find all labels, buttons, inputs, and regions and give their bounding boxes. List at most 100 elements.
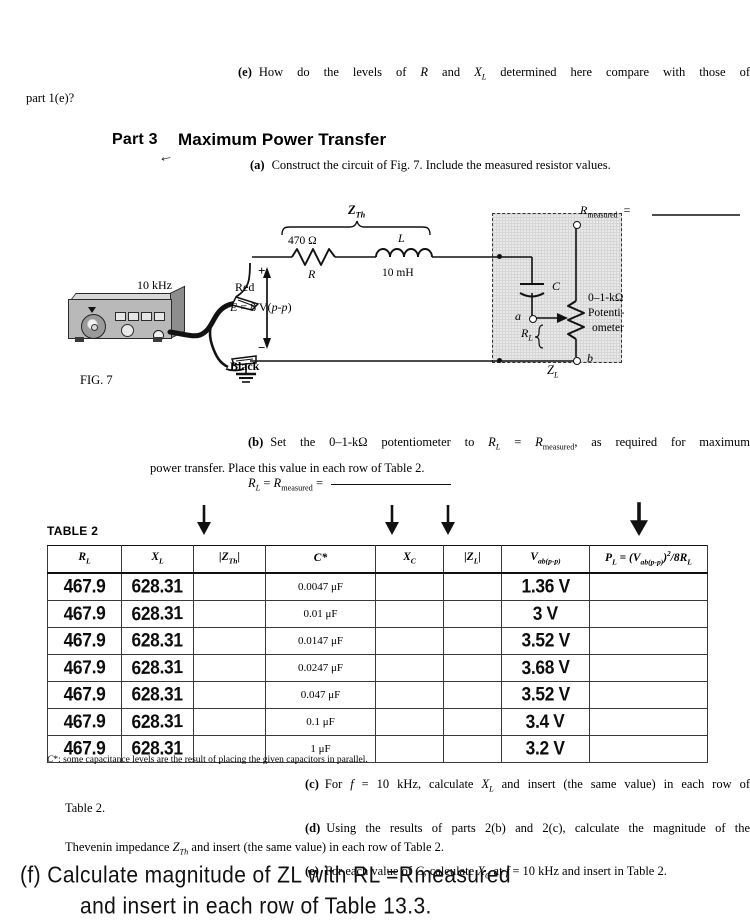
junction-dot bbox=[497, 254, 502, 259]
zth-label: ZTh bbox=[348, 203, 366, 220]
cell-zth bbox=[193, 600, 266, 628]
th-rl: RL bbox=[47, 545, 122, 574]
cell-xl-handwritten-value: 628.31 bbox=[131, 629, 184, 652]
red-lead-label: Red bbox=[235, 280, 255, 294]
capacitor-label: C bbox=[552, 279, 561, 293]
part-d-line1: Using the results of parts 2(b) and 2(c)… bbox=[326, 820, 750, 835]
cell-xl: 628.31 bbox=[121, 708, 194, 736]
cell-c: 0.0247 μF bbox=[265, 654, 376, 682]
inductor-symbol-label: L bbox=[398, 231, 405, 245]
top-question-paragraph: (e) How do the levels of R and XL determi… bbox=[26, 62, 750, 109]
part3-item-a-text: Construct the circuit of Fig. 7. Include… bbox=[271, 158, 611, 172]
rmeasured-label: Rmeasured = bbox=[580, 203, 631, 220]
cell-zl bbox=[443, 654, 502, 682]
part-c-line2: Table 2. bbox=[65, 801, 106, 815]
table-row: 467.9 628.31 0.0047 μF 1.36 V bbox=[47, 572, 708, 601]
cell-xl-handwritten-value: 628.31 bbox=[131, 656, 184, 679]
down-arrow-icon-pl bbox=[630, 502, 648, 536]
cell-vab: 3.68 V bbox=[501, 654, 590, 682]
cell-xc bbox=[375, 654, 444, 682]
cell-vab-handwritten-value: 3.52 V bbox=[521, 683, 570, 706]
cell-c: 0.0047 μF bbox=[265, 572, 376, 601]
down-arrow-icon-zl bbox=[441, 505, 455, 535]
cell-zth bbox=[193, 681, 266, 709]
table2-footnote: C*: some capacitance levels are the resu… bbox=[47, 755, 368, 765]
cell-vab: 1.36 V bbox=[501, 572, 590, 601]
th-xl: XL bbox=[121, 545, 194, 574]
cell-vab: 3.2 V bbox=[501, 735, 590, 763]
cell-xc bbox=[375, 681, 444, 709]
th-pl: PL = (Vab(p-p))2/8RL bbox=[589, 545, 708, 574]
cell-rl: 467.9 bbox=[47, 654, 122, 682]
cell-xc bbox=[375, 735, 444, 763]
cell-rl-handwritten-value: 467.9 bbox=[63, 683, 106, 706]
cell-pl bbox=[589, 627, 708, 655]
top-question-line1: How do the levels of R and XL determined… bbox=[258, 65, 750, 82]
rl-equation-blank: RL = Rmeasured = bbox=[248, 476, 451, 493]
cell-c: 0.01 μF bbox=[265, 600, 376, 628]
cell-pl bbox=[589, 735, 708, 763]
cell-zl bbox=[443, 735, 502, 763]
cell-pl bbox=[589, 600, 708, 628]
cell-vab-handwritten-value: 3 V bbox=[532, 602, 559, 625]
th-zl: |ZL| bbox=[443, 545, 502, 574]
cell-xl: 628.31 bbox=[121, 654, 194, 682]
resistor-symbol-icon bbox=[291, 248, 336, 266]
black-lead-wire bbox=[208, 312, 229, 369]
node-a-label: a bbox=[515, 309, 521, 323]
scanned-lab-worksheet-page: (e) How do the levels of R and XL determi… bbox=[0, 0, 750, 919]
cell-pl bbox=[589, 654, 708, 682]
cell-zl bbox=[443, 600, 502, 628]
cell-xl: 628.31 bbox=[121, 681, 194, 709]
figure-caption: FIG. 7 bbox=[80, 373, 113, 387]
handwritten-note-line1: (f) Calculate magnitude of ZL with RL =R… bbox=[20, 862, 511, 889]
cell-pl bbox=[589, 708, 708, 736]
table-row: 467.9 628.31 0.1 μF 3.4 V bbox=[47, 708, 708, 736]
cell-vab-handwritten-value: 1.36 V bbox=[521, 575, 570, 598]
cell-xl-handwritten-value: 628.31 bbox=[131, 602, 184, 625]
part3-item-a: (a) Construct the circuit of Fig. 7. Incl… bbox=[250, 158, 611, 173]
cell-rl: 467.9 bbox=[47, 600, 122, 628]
pot-top-terminal bbox=[573, 221, 581, 229]
cell-zl bbox=[443, 627, 502, 655]
table2-body: 467.9 628.31 0.0047 μF 1.36 V 467.9 628.31 0.0… bbox=[47, 572, 708, 763]
part-d-label: (d) bbox=[305, 820, 321, 835]
source-voltage-label: E = 8 V(p-p) bbox=[230, 300, 292, 314]
cell-vab-handwritten-value: 3.68 V bbox=[521, 656, 570, 679]
part3-item-b: (b) Set the 0–1-kΩ potentiometer to RL = … bbox=[150, 432, 750, 478]
handwritten-mark-icon: ← bbox=[156, 146, 175, 167]
table2-header-row: RL XL |ZTh| C* XC |ZL| Vab(p-p) PL = (Va… bbox=[47, 545, 708, 574]
cell-pl bbox=[589, 681, 708, 709]
part-c-label: (c) bbox=[305, 777, 319, 791]
pot-rating-label: 0–1-kΩ bbox=[588, 292, 624, 304]
cell-vab-handwritten-value: 3.4 V bbox=[525, 710, 566, 733]
cell-vab-handwritten-value: 3.52 V bbox=[521, 629, 570, 652]
table-row: 467.9 628.31 0.047 μF 3.52 V bbox=[47, 681, 708, 709]
th-zth: |ZTh| bbox=[193, 545, 266, 574]
resistor-value-label: 470 Ω bbox=[288, 235, 317, 247]
handwritten-note-line2: and insert in each row of Table 13.3. bbox=[80, 893, 432, 920]
cell-zth bbox=[193, 708, 266, 736]
cell-rl: 467.9 bbox=[47, 708, 122, 736]
part3-title: Maximum Power Transfer bbox=[178, 130, 387, 149]
part3-item-a-label: (a) bbox=[250, 158, 265, 172]
cell-rl-handwritten-value: 467.9 bbox=[63, 629, 106, 652]
node-b-label: b bbox=[587, 351, 593, 365]
part3-item-b-line2: power transfer. Place this value in each… bbox=[150, 460, 425, 475]
cell-xl-handwritten-value: 628.31 bbox=[131, 683, 184, 706]
wiper-arrow-icon bbox=[557, 313, 568, 323]
cell-c: 0.0147 μF bbox=[265, 627, 376, 655]
cell-xl-handwritten-value: 628.31 bbox=[131, 575, 184, 598]
cell-vab-handwritten-value: 3.2 V bbox=[526, 737, 565, 760]
cell-rl: 467.9 bbox=[47, 572, 122, 601]
cell-zth bbox=[193, 627, 266, 655]
potentiometer-symbol-icon bbox=[567, 300, 585, 340]
cell-rl-handwritten-value: 467.9 bbox=[63, 602, 106, 625]
polarity-plus: + bbox=[258, 263, 266, 278]
part3-number: Part 3 bbox=[112, 131, 158, 148]
cell-xl: 628.31 bbox=[121, 600, 194, 628]
cell-zth bbox=[193, 572, 266, 601]
rl-brace-icon bbox=[534, 324, 544, 349]
cell-xl: 628.31 bbox=[121, 572, 194, 601]
rl-symbol-label: RL bbox=[521, 326, 533, 343]
